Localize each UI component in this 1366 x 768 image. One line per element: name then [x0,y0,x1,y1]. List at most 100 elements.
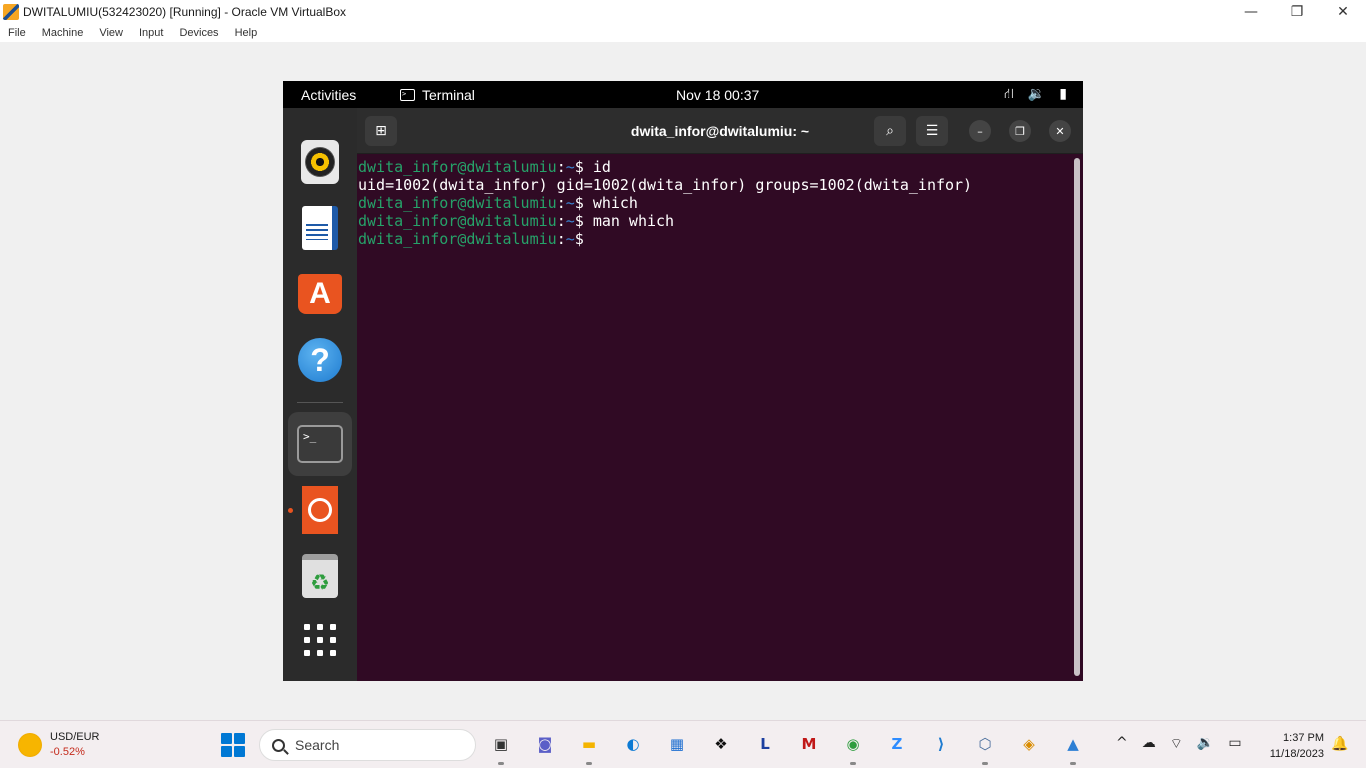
ubuntu-software-icon: A [298,274,342,314]
menu-view[interactable]: View [99,27,123,39]
running-indicator [1070,762,1076,765]
close-button[interactable]: ✕ [1320,0,1366,23]
virtualbox-app-icon [3,3,19,20]
chrome-icon[interactable]: ◉ [840,731,866,757]
chevron-up-icon[interactable]: ^ [1116,735,1128,753]
battery-icon: ▮ [1059,86,1067,102]
terminal-maximize-button[interactable]: ❐ [1009,120,1031,142]
prompt-user: dwita_infor@dwitalumiu [358,212,557,230]
terminal-line: dwita_infor@dwitalumiu:~$ id [358,158,611,176]
taskbar-date: 11/18/2023 [1269,748,1324,760]
terminal-line: dwita_infor@dwitalumiu:~$ which [358,194,638,212]
dock-separator [297,402,343,403]
zoom-icon[interactable]: Z [884,731,910,757]
file-explorer-icon[interactable]: ▬ [576,731,602,757]
ubuntu-icon [302,486,338,534]
menu-help[interactable]: Help [235,27,258,39]
clock[interactable]: Nov 18 00:37 [676,87,759,103]
search-placeholder: Search [295,737,340,753]
virtualbox-vm-icon[interactable]: ◈ [1016,731,1042,757]
rhythmbox-icon [301,140,339,184]
menu-file[interactable]: File [8,27,26,39]
prompt-path: ~ [565,212,575,230]
taskbar-datetime[interactable]: 1:37 PM 11/18/2023 [1256,730,1324,762]
network-icon: ⛙ [1004,86,1014,102]
onedrive-icon[interactable]: ☁ [1142,735,1156,753]
edge-icon[interactable]: ◐ [620,731,646,757]
app-menu[interactable]: > Terminal [400,87,475,103]
running-indicator [498,762,504,765]
vbox-window-title: DWITALUMIU(532423020) [Running] - Oracle… [23,4,347,19]
currency-widget[interactable]: USD/EUR -0.52% [18,730,100,760]
system-tray[interactable]: ⛙ 🔉 ▮ [1004,86,1067,104]
command-text: which [592,194,638,212]
dock: A ? >_ ♻ [283,108,357,681]
dock-ubuntu[interactable] [288,478,352,542]
restore-button[interactable]: ❐ [1274,0,1320,23]
hamburger-menu-button[interactable]: ☰ [916,116,948,146]
terminal-line: uid=1002(dwita_infor) gid=1002(dwita_inf… [358,176,973,194]
dock-trash[interactable]: ♻ [288,544,352,608]
teams-icon[interactable]: ◙ [532,731,558,757]
photos-icon[interactable]: ▲ [1060,731,1086,757]
ms-store-icon[interactable]: ▦ [664,731,690,757]
dock-rhythmbox[interactable] [288,130,352,194]
widget-title: USD/EUR [50,731,100,743]
terminal-icon: >_ [297,425,343,463]
dropbox-icon[interactable]: ❖ [708,731,734,757]
show-apps-icon [304,624,336,656]
terminal-close-button[interactable]: ✕ [1049,120,1071,142]
dock-show-apps[interactable] [288,608,352,672]
command-text: id [592,158,611,176]
currency-icon [18,733,42,757]
prompt-user: dwita_infor@dwitalumiu [358,158,557,176]
menu-input[interactable]: Input [139,27,163,39]
gnome-topbar: Activities > Terminal Nov 18 00:37 ⛙ 🔉 ▮ [283,81,1083,108]
mcafee-icon[interactable]: M [796,731,822,757]
terminal-scrollbar[interactable] [1074,158,1080,676]
speaker-icon[interactable]: 🔉 [1197,735,1214,753]
dock-terminal[interactable]: >_ [288,412,352,476]
terminal-line: dwita_infor@dwitalumiu:~$ [358,230,593,248]
taskbar-search[interactable]: Search [259,729,476,761]
windows-systray[interactable]: ^ ☁ ⌔ 🔉 ▭ [1116,735,1242,753]
wifi-icon[interactable]: ⌔ [1170,735,1183,753]
activities-button[interactable]: Activities [301,87,356,103]
volume-icon: 🔉 [1027,86,1046,102]
search-button[interactable]: ⌕ [874,116,906,146]
help-icon: ? [298,338,342,382]
battery-icon[interactable]: ▭ [1228,735,1241,753]
guest-screen[interactable]: Activities > Terminal Nov 18 00:37 ⛙ 🔉 ▮… [283,81,1083,681]
dock-help[interactable]: ? [288,328,352,392]
menu-devices[interactable]: Devices [179,27,218,39]
terminal-minimize-button[interactable]: – [969,120,991,142]
vscode-icon[interactable]: ⟩ [928,731,954,757]
dock-software[interactable]: A [288,262,352,326]
virtualbox-icon[interactable]: ⬡ [972,731,998,757]
dock-writer[interactable] [288,196,352,260]
windows-taskbar: USD/EUR -0.52% Search ▣ ◙ ▬ ◐ ▦ ❖ L M ◉ Z ⟩ ⬡ ◈ ▲ ^ ☁… [0,720,1366,768]
prompt-path: ~ [565,194,575,212]
notification-bell-icon[interactable]: 🔔 [1331,736,1348,752]
lightshot-icon[interactable]: L [752,731,778,757]
libreoffice-writer-icon [302,206,338,250]
prompt-user: dwita_infor@dwitalumiu [358,194,557,212]
app-menu-label: Terminal [422,87,475,103]
running-indicator [982,762,988,765]
task-view-icon[interactable]: ▣ [488,731,514,757]
prompt-path: ~ [565,230,575,248]
minimize-button[interactable]: — [1228,0,1274,23]
search-icon [272,738,285,752]
command-text: man which [592,212,675,230]
start-button[interactable] [221,733,245,757]
menu-machine[interactable]: Machine [42,27,84,39]
terminal-output[interactable]: dwita_infor@dwitalumiu:~$ id uid=1002(dwi… [358,158,1070,678]
terminal-headerbar: ⊞ dwita_infor@dwitalumiu: ~ ⌕ ☰ – ❐ ✕ [357,108,1083,154]
prompt-user: dwita_infor@dwitalumiu [358,230,557,248]
window-controls: — ❐ ✕ [1228,0,1366,23]
widget-value: -0.52% [50,746,85,758]
terminal-window[interactable]: ⊞ dwita_infor@dwitalumiu: ~ ⌕ ☰ – ❐ ✕ dw… [357,108,1083,681]
running-indicator [850,762,856,765]
running-indicator [586,762,592,765]
terminal-line: dwita_infor@dwitalumiu:~$ man which [358,212,675,230]
